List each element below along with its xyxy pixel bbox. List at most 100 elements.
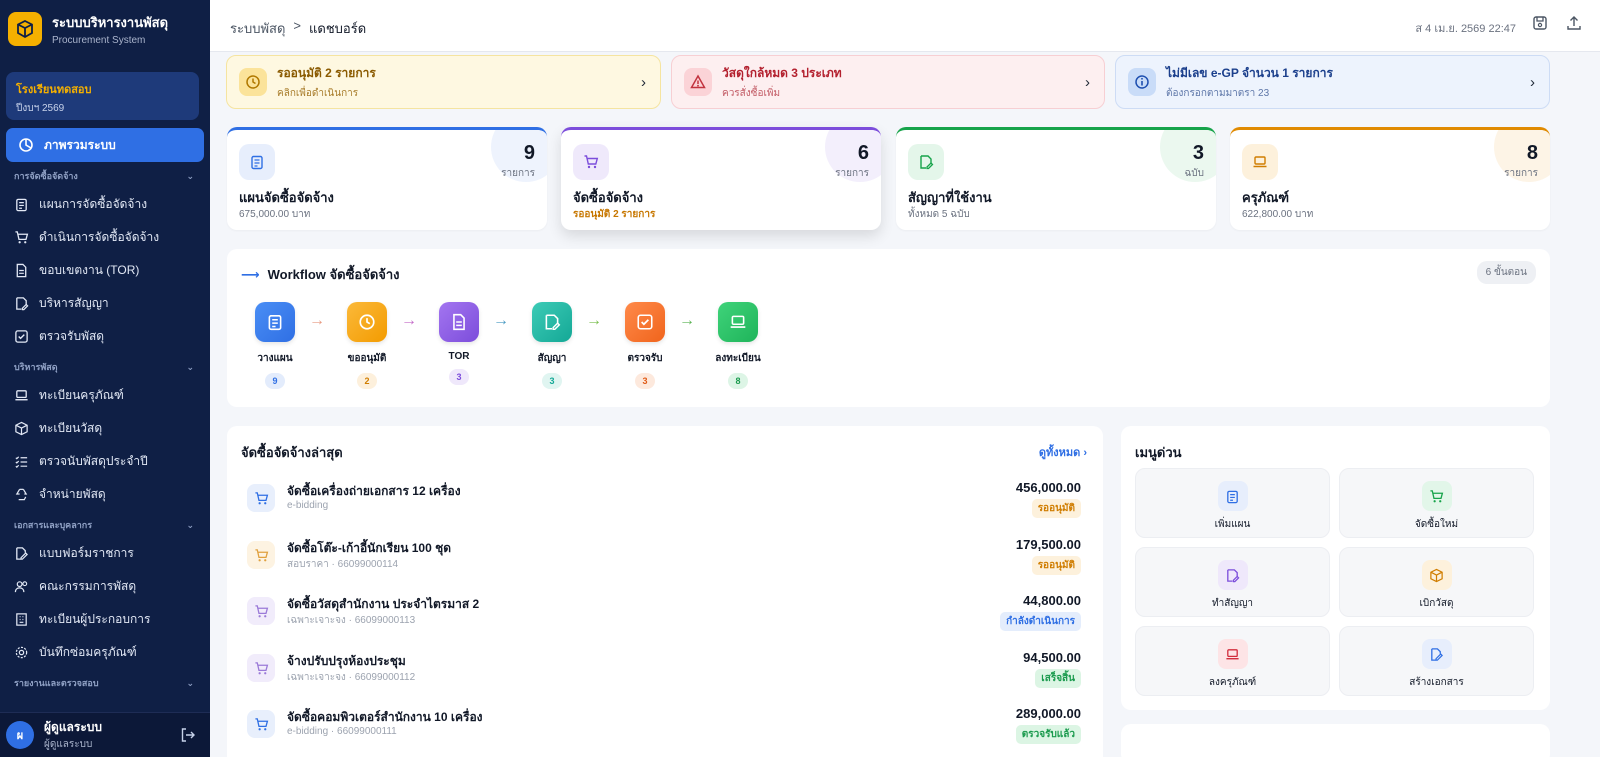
table-row[interactable]: จัดซื้อคอมพิวเตอร์สำนักงาน 10 เครื่อง e-…	[247, 706, 1087, 757]
sidebar-item-forms[interactable]: แบบฟอร์มราชการ	[0, 537, 210, 570]
logout-button[interactable]	[180, 727, 196, 748]
contract-icon	[532, 302, 572, 342]
sidebar-item-label: บริหารสัญญา	[39, 296, 109, 310]
clock-icon	[347, 302, 387, 342]
user-name: ผู้ดูแลระบบ	[44, 720, 103, 734]
sidebar-item-procurement-plan[interactable]: แผนการจัดซื้อจัดจ้าง	[0, 188, 210, 221]
checkbox-icon	[15, 330, 28, 343]
chevron-right-icon: ›	[1530, 74, 1535, 91]
quick-create-document-button[interactable]: สร้างเอกสาร	[1339, 626, 1534, 696]
save-button[interactable]	[1532, 15, 1548, 36]
sidebar-item-label: ภาพรวมระบบ	[44, 137, 116, 152]
save-icon	[1533, 16, 1547, 30]
nav-section-procurement[interactable]: การจัดซื้อจัดจ้าง ⌄	[0, 164, 210, 188]
quick-register-equipment-button[interactable]: ลงครุภัณฑ์	[1135, 626, 1330, 696]
stat-card-procurement[interactable]: 6 รายการ จัดซื้อจัดจ้าง รออนุมัติ 2 รายก…	[561, 127, 881, 230]
nav-section-reports[interactable]: รายงานและตรวจสอบ ⌄	[0, 671, 210, 695]
sidebar-item-vendors[interactable]: ทะเบียนผู้ประกอบการ	[0, 603, 210, 636]
chevron-down-icon: ⌄	[186, 519, 194, 530]
status-badge: เสร็จสิ้น	[1035, 669, 1081, 688]
status-badge: รออนุมัติ	[1031, 499, 1081, 518]
breadcrumb-separator: >	[293, 18, 302, 33]
sidebar-item-annual-count[interactable]: ตรวจนับพัสดุประจำปี	[0, 445, 210, 478]
pie-chart-icon	[19, 138, 33, 152]
sidebar-item-label: แบบฟอร์มราชการ	[39, 546, 134, 560]
quick-item-label: เพิ่มแผน	[1214, 519, 1251, 530]
chevron-down-icon: ⌄	[186, 361, 194, 372]
sidebar-item-label: ขอบเขตงาน (TOR)	[39, 263, 140, 277]
nav-section-title: เอกสารและบุคลากร	[14, 520, 93, 530]
secondary-panel	[1121, 724, 1550, 757]
workflow-step-plan[interactable]: วางแผน 9	[245, 302, 305, 389]
step-count: 3	[449, 369, 469, 385]
sidebar-item-equipment-registry[interactable]: ทะเบียนครุภัณฑ์	[0, 379, 210, 412]
stat-card-equipment[interactable]: 8 รายการ ครุภัณฑ์ 622,800.00 บาท	[1230, 127, 1550, 230]
sidebar-item-overview[interactable]: ภาพรวมระบบ	[6, 128, 204, 162]
workflow-step-register[interactable]: ลงทะเบียน 8	[708, 302, 768, 389]
breadcrumb: ระบบพัสดุ > แดชบอร์ด	[230, 18, 366, 39]
table-row[interactable]: จัดซื้อวัสดุสำนักงาน ประจำไตรมาส 2 เฉพาะ…	[247, 593, 1087, 645]
laptop-icon	[15, 390, 28, 401]
sidebar-item-committee[interactable]: คณะกรรมการพัสดุ	[0, 570, 210, 603]
user-panel: ผ ผู้ดูแลระบบ ผู้ดูแลระบบ	[0, 712, 210, 757]
row-amount: 94,500.00	[1023, 650, 1081, 665]
quick-item-label: ทำสัญญา	[1212, 598, 1253, 609]
quick-new-procurement-button[interactable]: จัดซื้อใหม่	[1339, 468, 1534, 538]
brand-subtitle: Procurement System	[52, 35, 146, 46]
row-amount: 44,800.00	[1023, 593, 1081, 608]
stat-label: แผนจัดซื้อจัดจ้าง	[239, 190, 334, 205]
stat-unit: รายการ	[501, 168, 535, 179]
clipboard-icon	[255, 302, 295, 342]
avatar: ผ	[6, 721, 34, 749]
stat-card-plans[interactable]: 9 รายการ แผนจัดซื้อจัดจ้าง 675,000.00 บา…	[227, 127, 547, 230]
sidebar-item-procurement-run[interactable]: ดำเนินการจัดซื้อจัดจ้าง	[0, 221, 210, 254]
alert-low-stock[interactable]: วัสดุใกล้หมด 3 ประเภท ควรสั่งซื้อเพิ่ม ›	[671, 55, 1105, 109]
sidebar-item-tor[interactable]: ขอบเขตงาน (TOR)	[0, 254, 210, 287]
nav-section-documents[interactable]: เอกสารและบุคลากร ⌄	[0, 513, 210, 537]
sidebar-item-disposal[interactable]: จำหน่ายพัสดุ	[0, 478, 210, 511]
laptop-icon	[1242, 144, 1278, 180]
brand-title: ระบบบริหารงานพัสดุ	[52, 15, 169, 30]
sidebar-item-material-registry[interactable]: ทะเบียนวัสดุ	[0, 412, 210, 445]
sidebar-item-label: ทะเบียนวัสดุ	[39, 421, 103, 435]
stat-sub: ทั้งหมด 5 ฉบับ	[908, 209, 970, 220]
alert-pending-approval[interactable]: รออนุมัติ 2 รายการ คลิกเพื่อดำเนินการ ›	[226, 55, 661, 109]
sidebar-item-contracts[interactable]: บริหารสัญญา	[0, 287, 210, 320]
export-button[interactable]	[1566, 15, 1582, 36]
table-row[interactable]: จัดซื้อโต๊ะ-เก้าอี้นักเรียน 100 ชุด สอบร…	[247, 537, 1087, 589]
org-selector[interactable]: โรงเรียนทดสอบ ปีงบฯ 2569	[6, 72, 199, 120]
alert-missing-egp[interactable]: ไม่มีเลข e-GP จำนวน 1 รายการ ต้องกรอกตาม…	[1115, 55, 1550, 109]
quick-menu-panel: เมนูด่วน เพิ่มแผน จัดซื้อใหม่ ทำสัญญา เบ…	[1121, 426, 1550, 710]
stat-card-contracts[interactable]: 3 ฉบับ สัญญาที่ใช้งาน ทั้งหมด 5 ฉบับ	[896, 127, 1216, 230]
row-amount: 289,000.00	[1015, 706, 1081, 721]
sidebar-item-label: บันทึกซ่อมครุภัณฑ์	[39, 645, 137, 659]
view-all-label: ดูทั้งหมด	[1038, 447, 1081, 459]
table-row[interactable]: จ้างปรับปรุงห้องประชุม เฉพาะเจาะจง · 660…	[247, 650, 1087, 702]
quick-add-plan-button[interactable]: เพิ่มแผน	[1135, 468, 1330, 538]
quick-make-contract-button[interactable]: ทำสัญญา	[1135, 547, 1330, 617]
nav-section-title: รายงานและตรวจสอบ	[14, 678, 99, 688]
workflow-step-count-badge: 6 ขั้นตอน	[1476, 261, 1536, 284]
step-name: TOR	[448, 351, 470, 362]
document-icon	[439, 302, 479, 342]
sidebar-item-repairs[interactable]: บันทึกซ่อมครุภัณฑ์	[0, 636, 210, 669]
nav-section-supplies[interactable]: บริหารพัสดุ ⌄	[0, 355, 210, 379]
workflow-title: Workflow จัดซื้อจัดจ้าง	[267, 267, 400, 282]
breadcrumb-root[interactable]: ระบบพัสดุ	[230, 18, 285, 39]
workflow-step-tor[interactable]: TOR 3	[429, 302, 489, 385]
quick-withdraw-material-button[interactable]: เบิกวัสดุ	[1339, 547, 1534, 617]
stat-sub: 675,000.00 บาท	[239, 209, 311, 220]
step-name: ลงทะเบียน	[715, 353, 761, 364]
workflow-step-inspection[interactable]: ตรวจรับ 3	[615, 302, 675, 389]
cart-icon	[247, 597, 275, 625]
workflow-step-approval[interactable]: ขออนุมัติ 2	[337, 302, 397, 389]
view-all-link[interactable]: ดูทั้งหมด ›	[1039, 443, 1087, 461]
step-count: 3	[542, 373, 562, 389]
sidebar-item-inspection[interactable]: ตรวจรับพัสดุ	[0, 320, 210, 353]
brand[interactable]: ระบบบริหารงานพัสดุ Procurement System	[8, 12, 168, 46]
workflow-step-contract[interactable]: สัญญา 3	[522, 302, 582, 389]
edit-doc-icon	[16, 547, 28, 560]
table-row[interactable]: จัดซื้อเครื่องถ่ายเอกสาร 12 เครื่อง e-bi…	[247, 480, 1087, 532]
arrow-right-icon: →	[401, 312, 417, 329]
alert-title: ไม่มีเลข e-GP จำนวน 1 รายการ	[1166, 65, 1333, 80]
